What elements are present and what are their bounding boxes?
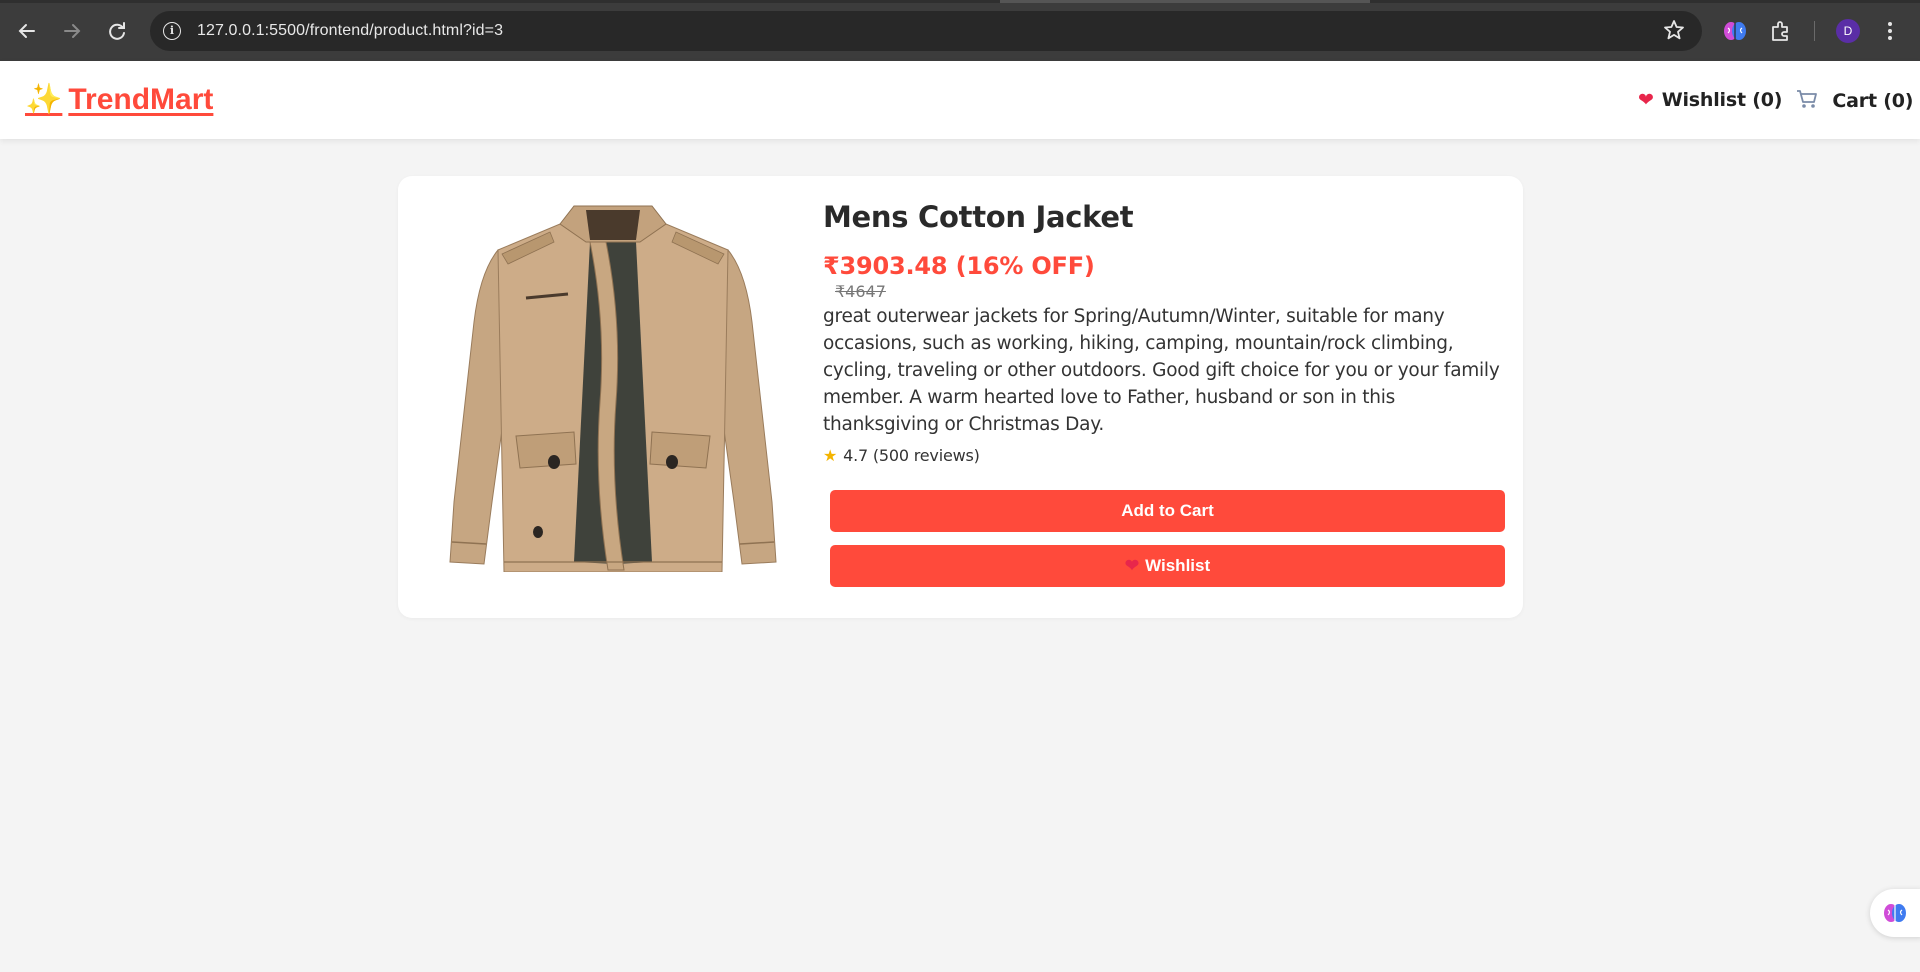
kebab-icon[interactable] (1880, 16, 1900, 46)
wishlist-link-label: Wishlist (0) (1661, 89, 1783, 111)
original-price: ₹4647 (835, 282, 886, 301)
site-header: ✨ TrendMart ❤ Wishlist (0) Cart (0) (0, 61, 1920, 139)
reload-button[interactable] (102, 16, 132, 46)
cart-icon (1796, 90, 1824, 112)
product-info: Mens Cotton Jacket ₹3903.48 (16% OFF) ₹4… (823, 200, 1513, 465)
heart-icon: ❤ (1638, 89, 1654, 111)
product-image (440, 202, 786, 573)
add-to-cart-label: Add to Cart (1121, 501, 1214, 520)
product-rating: ★ 4.7 (500 reviews) (823, 446, 1513, 465)
forward-button[interactable] (57, 16, 87, 46)
logo-link[interactable]: ✨ TrendMart (25, 82, 213, 117)
product-title: Mens Cotton Jacket (823, 200, 1134, 234)
product-price: ₹3903.48 (16% OFF) (823, 252, 1095, 280)
product-description: great outerwear jackets for Spring/Autum… (823, 306, 1500, 435)
add-to-wishlist-button[interactable]: ❤ Wishlist (830, 545, 1505, 587)
reload-icon (109, 22, 125, 40)
star-icon[interactable] (1662, 18, 1686, 48)
cart-link-label: Cart (0) (1832, 90, 1914, 112)
logo-text: TrendMart (68, 83, 214, 116)
tab-strip (0, 0, 1920, 3)
wishlist-button-label: Wishlist (1145, 556, 1211, 575)
heart-icon: ❤ (1124, 556, 1140, 575)
toolbar-divider (1814, 21, 1815, 41)
info-icon[interactable]: i (163, 22, 181, 40)
rating-text: 4.7 (500 reviews) (843, 446, 980, 465)
brain-icon (1884, 904, 1906, 922)
arrow-right-icon (64, 24, 81, 38)
url-text[interactable]: 127.0.0.1:5500/frontend/product.html?id=… (197, 22, 503, 40)
cart-link[interactable]: Cart (0) (1796, 89, 1913, 112)
floating-assistant-button[interactable] (1870, 889, 1920, 937)
tab-strip-highlight (1000, 0, 1370, 3)
address-bar[interactable]: i 127.0.0.1:5500/frontend/product.html?i… (150, 11, 1702, 51)
brain-icon[interactable] (1722, 18, 1748, 44)
profile-avatar[interactable]: D (1836, 19, 1860, 43)
wishlist-link[interactable]: ❤ Wishlist (0) (1638, 89, 1782, 111)
star-icon: ★ (823, 446, 838, 465)
puzzle-icon[interactable] (1768, 18, 1794, 44)
browser-toolbar: i 127.0.0.1:5500/frontend/product.html?i… (0, 0, 1920, 61)
arrow-left-icon (18, 24, 35, 38)
product-card: Mens Cotton Jacket ₹3903.48 (16% OFF) ₹4… (398, 176, 1523, 618)
back-button[interactable] (12, 16, 42, 46)
add-to-cart-button[interactable]: Add to Cart (830, 490, 1505, 532)
jacket-image (449, 205, 777, 573)
sparkles-icon: ✨ (25, 83, 63, 116)
